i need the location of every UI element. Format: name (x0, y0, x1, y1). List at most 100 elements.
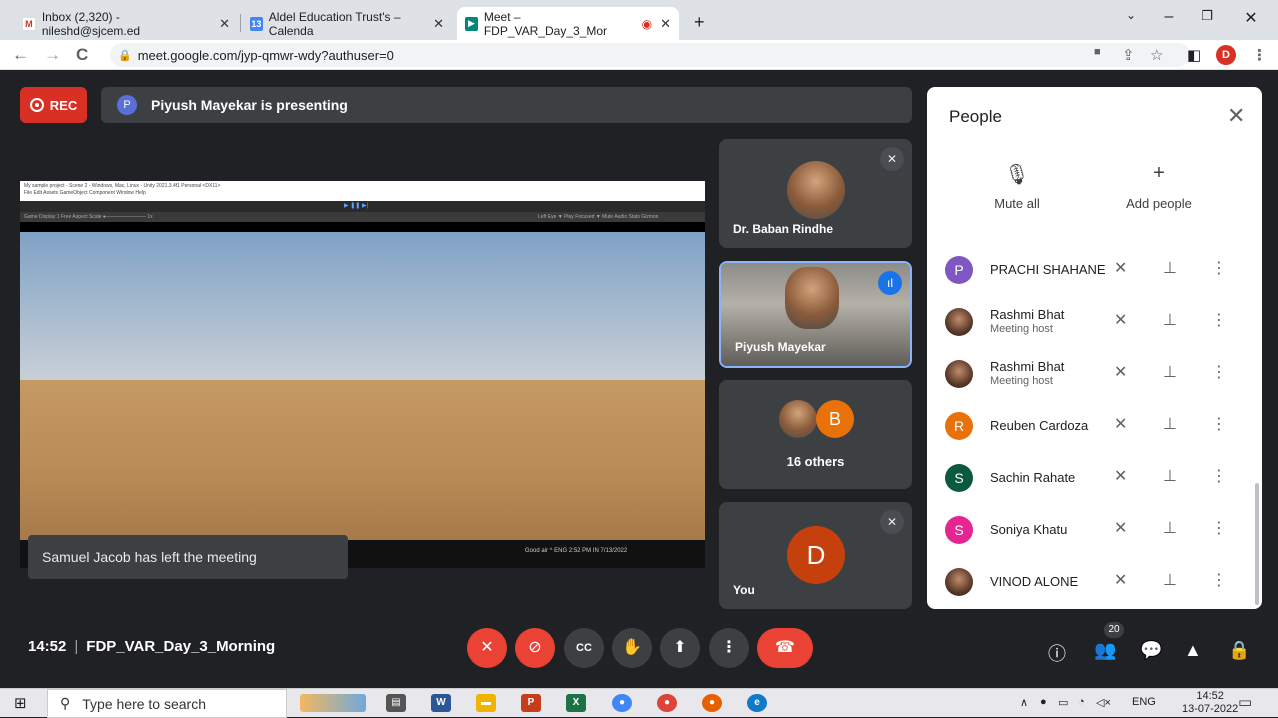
close-window-button[interactable]: ✕ (1236, 8, 1266, 28)
more-options-icon[interactable]: ⋮ (1211, 258, 1227, 278)
language-indicator[interactable]: ENG (1132, 696, 1156, 708)
people-scrollbar[interactable] (1255, 483, 1259, 605)
side-panel-icon[interactable]: ◧ (1187, 46, 1201, 64)
weather-widget-icon[interactable] (300, 694, 366, 712)
raise-hand-button[interactable]: ✋ (612, 628, 652, 668)
close-panel-icon[interactable]: ✕ (1227, 103, 1245, 129)
profile-avatar[interactable]: D (1216, 45, 1236, 65)
volume-icon[interactable]: ◁× (1096, 696, 1111, 709)
pin-icon[interactable]: ⊥ (1163, 518, 1177, 538)
back-icon[interactable]: ← (12, 45, 29, 65)
tab-title: Meet – FDP_VAR_Day_3_Mor (483, 9, 608, 38)
taskbar-search[interactable]: ⚲ Type here to search (47, 689, 287, 718)
minimize-button[interactable]: – (1154, 8, 1184, 26)
excel-icon[interactable]: X (566, 694, 586, 712)
participant-count-badge: 20 (1104, 622, 1124, 638)
meet-icon: ▶ (465, 16, 478, 31)
tray-mic-icon[interactable]: ● (1040, 696, 1047, 708)
url-bar[interactable]: 🔒 meet.google.com/jyp-qmwr-wdy?authuser=… (110, 43, 1190, 67)
add-people-button[interactable]: + Add people (1114, 162, 1204, 211)
pin-icon[interactable]: ⊥ (1163, 362, 1177, 382)
captions-button[interactable]: CC (564, 628, 604, 668)
mic-off-icon[interactable]: ✕ (1114, 258, 1127, 278)
new-tab-button[interactable]: + (694, 12, 705, 33)
notifications-icon[interactable]: ▭ (1238, 693, 1252, 711)
mic-off-icon[interactable]: ✕ (1114, 518, 1127, 538)
pin-icon[interactable]: ⊥ (1163, 414, 1177, 434)
reload-icon[interactable]: C (76, 45, 88, 65)
leave-call-button[interactable]: ☎ (757, 628, 813, 668)
mic-toggle-button[interactable]: ✕ (467, 628, 507, 668)
mute-all-button[interactable]: 🎙 Mute all (972, 162, 1062, 211)
participant-row[interactable]: Rashmi Bhat Meeting host ✕ ⊥ ⋮ (927, 347, 1262, 399)
more-options-icon[interactable]: ⋮ (1211, 570, 1227, 590)
meeting-details-icon[interactable]: ⓘ (1048, 640, 1066, 666)
participant-tile-active[interactable]: ıl Piyush Mayekar (719, 261, 912, 368)
participant-row[interactable]: Rashmi Bhat Meeting host ✕ ⊥ ⋮ (927, 295, 1262, 347)
browser-menu-icon[interactable]: ⋮ (1252, 46, 1267, 64)
tab-meet[interactable]: ▶ Meet – FDP_VAR_Day_3_Mor ◉ ✕ (457, 7, 679, 40)
people-panel: People ✕ 🎙 Mute all + Add people P PRACHI… (927, 87, 1262, 609)
taskbar-clock[interactable]: 14:52 13-07-2022 (1182, 690, 1238, 716)
tray-overflow-icon[interactable]: ∧ (1020, 696, 1028, 709)
tab-calendar[interactable]: 13 Aldel Education Trust's – Calenda ✕ (242, 7, 452, 40)
separator: | (74, 638, 79, 655)
people-title: People (949, 107, 1002, 126)
task-view-icon[interactable]: ▤ (386, 694, 406, 712)
others-tile[interactable]: B 16 others (719, 380, 912, 489)
more-options-button[interactable]: ⋮ (709, 628, 749, 668)
participant-row[interactable]: S Soniya Khatu ✕ ⊥ ⋮ (927, 503, 1262, 555)
camera-in-use-icon[interactable]: ■ (1094, 46, 1101, 58)
firefox-icon[interactable]: ● (702, 694, 722, 712)
mic-off-icon[interactable]: ✕ (1114, 362, 1127, 382)
present-button[interactable]: ⬆ (660, 628, 700, 668)
bookmark-star-icon[interactable]: ☆ (1150, 46, 1163, 64)
restore-button[interactable]: ❐ (1192, 8, 1222, 24)
pin-icon[interactable]: ⊥ (1163, 570, 1177, 590)
pin-icon[interactable]: ⊥ (1163, 466, 1177, 486)
chrome-profile-icon[interactable]: ● (657, 694, 677, 712)
self-name: You (733, 583, 755, 597)
more-options-icon[interactable]: ⋮ (1211, 414, 1227, 434)
host-controls-icon[interactable]: 🔒 (1228, 640, 1250, 661)
people-icon[interactable]: 👥 (1094, 640, 1116, 661)
close-tab-icon[interactable]: ✕ (219, 16, 230, 32)
participant-row[interactable]: VINOD ALONE ✕ ⊥ ⋮ (927, 555, 1262, 607)
participant-avatar: B (816, 400, 854, 438)
wifi-icon[interactable]: ◔ (1078, 696, 1085, 708)
close-tab-icon[interactable]: ✕ (660, 16, 671, 32)
close-tab-icon[interactable]: ✕ (433, 16, 444, 32)
clock-date: 13-07-2022 (1182, 703, 1239, 715)
participant-row[interactable]: S Sachin Rahate ✕ ⊥ ⋮ (927, 451, 1262, 503)
pin-icon[interactable]: ⊥ (1163, 258, 1177, 278)
edge-icon[interactable]: e (747, 694, 767, 712)
battery-icon[interactable]: ▭ (1058, 696, 1068, 709)
tab-title: Inbox (2,320) - nileshd@sjcem.ed (41, 9, 141, 38)
recording-badge[interactable]: REC (20, 87, 87, 123)
forward-icon[interactable]: → (44, 45, 61, 65)
file-explorer-icon[interactable]: ▬ (476, 694, 496, 712)
tab-gmail[interactable]: M Inbox (2,320) - nileshd@sjcem.ed ✕ (14, 7, 238, 40)
mic-off-icon[interactable]: ✕ (1114, 414, 1127, 434)
camera-toggle-button[interactable]: ⊘ (515, 628, 555, 668)
participant-row[interactable]: R Reuben Cardoza ✕ ⊥ ⋮ (927, 399, 1262, 451)
chat-icon[interactable]: 💬 (1140, 640, 1162, 661)
participant-row[interactable]: P PRACHI SHAHANE ✕ ⊥ ⋮ (927, 243, 1262, 295)
more-options-icon[interactable]: ⋮ (1211, 518, 1227, 538)
mic-off-icon[interactable]: ✕ (1114, 310, 1127, 330)
chrome-icon[interactable]: ● (612, 694, 632, 712)
powerpoint-icon[interactable]: P (521, 694, 541, 712)
windows-start-icon[interactable]: ⊞ (14, 694, 27, 712)
mute-all-label: Mute all (994, 196, 1040, 211)
share-icon[interactable]: ⇪ (1122, 46, 1135, 64)
activities-icon[interactable]: ▲ (1184, 640, 1202, 661)
mic-off-icon[interactable]: ✕ (1114, 570, 1127, 590)
mic-off-icon[interactable]: ✕ (1114, 466, 1127, 486)
word-icon[interactable]: W (431, 694, 451, 712)
tab-search-icon[interactable]: ⌄ (1116, 8, 1146, 22)
more-options-icon[interactable]: ⋮ (1211, 362, 1227, 382)
pin-icon[interactable]: ⊥ (1163, 310, 1177, 330)
participant-tile[interactable]: ✕ Dr. Baban Rindhe (719, 139, 912, 248)
more-options-icon[interactable]: ⋮ (1211, 310, 1227, 330)
more-options-icon[interactable]: ⋮ (1211, 466, 1227, 486)
